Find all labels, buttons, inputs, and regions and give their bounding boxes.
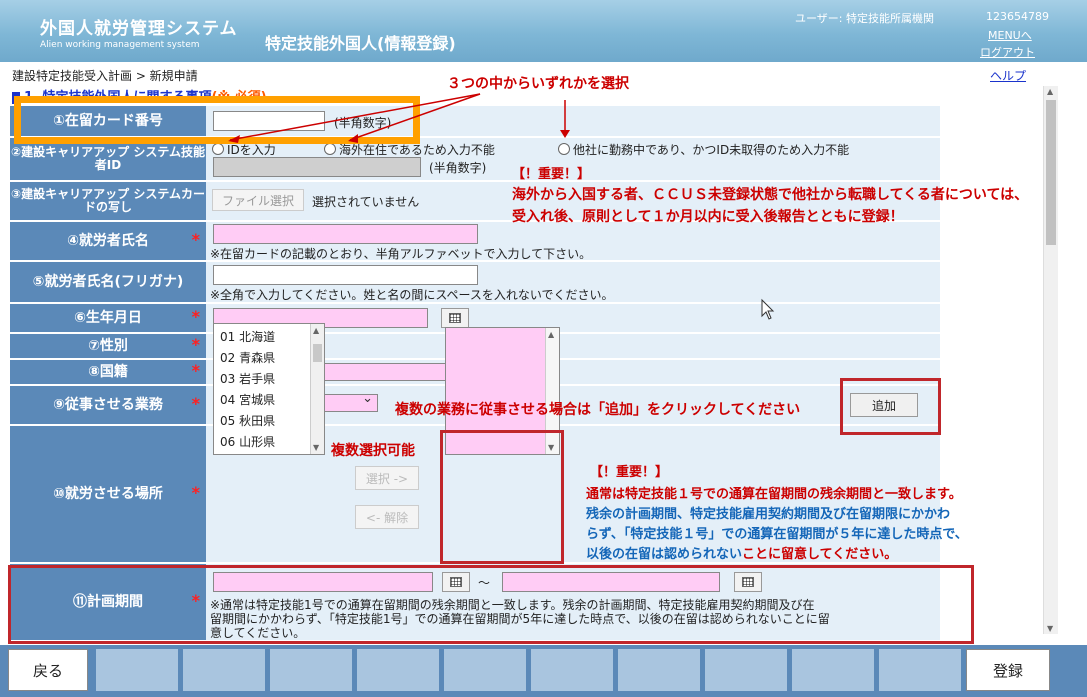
list-item[interactable]: 02 青森県 [220,349,275,366]
menu-link[interactable]: MENUへ [988,27,1032,43]
scroll-up-icon[interactable]: ▲ [548,330,554,339]
annotation-multi-work: 複数の業務に従事させる場合は「追加」をクリックしてください [395,402,801,418]
calendar-icon[interactable] [441,308,469,328]
required-mark: * [191,230,200,249]
worker-kana-input[interactable] [213,265,478,285]
ccus-id-input[interactable] [213,157,421,177]
footer-cell [183,649,265,691]
required-mark: * [191,483,200,502]
row-ccus-id: ②建設キャリアアップ システム技能者ID IDを入力 海外在住であるため入力不能… [10,138,940,182]
annotation-important1-title: 【！重要！】 [512,167,591,182]
footer-cell [792,649,874,691]
annotation-important2-line3: らず、「特定技能１号」での通算在留期間が５年に達した時点で、 [586,527,968,542]
logout-link[interactable]: ログアウト [980,44,1035,60]
label-nationality: ⑧国籍 * [10,360,206,384]
radio-icon[interactable] [324,143,336,155]
required-mark: * [191,394,200,413]
value-worker-kana: ※全角で入力してください。姓と名の間にスペースを入れないでください。 [206,262,940,302]
logo-subtitle: Alien working management system [40,40,200,50]
scroll-down-icon[interactable]: ▼ [1047,624,1053,633]
highlight-box-orange [14,96,420,144]
footer-bar: 戻る 登録 [0,645,1087,697]
required-mark: * [191,307,200,326]
required-mark: * [191,335,200,354]
label-worker-name: ④就労者氏名 * [10,222,206,260]
radio-icon[interactable] [558,143,570,155]
ccus-id-note: (半角数字) [429,161,487,175]
row-worker-name: ④就労者氏名 * ※在留カードの記載のとおり、半角アルファベットで入力して下さい。 [10,222,940,262]
footer-cell [618,649,700,691]
scroll-down-icon[interactable]: ▼ [313,443,319,452]
worker-name-note: ※在留カードの記載のとおり、半角アルファベットで入力して下さい。 [210,247,592,261]
label-work-place: ⑩就労させる場所 * [10,426,206,562]
label-ccus-id: ②建設キャリアアップ システム技能者ID [10,138,206,180]
annotation-important2-title: 【！重要！】 [590,465,669,480]
required-mark: * [191,361,200,380]
prefecture-listbox[interactable]: 01 北海道 02 青森県 03 岩手県 04 宮城県 05 秋田県 06 山形… [213,323,325,455]
user-label: ユーザー: 特定技能所属機関 [795,12,934,25]
annotation-important2-line4: 以後の在留は認められないことに留意してください。 [586,543,897,562]
scroll-up-icon[interactable]: ▲ [1047,87,1053,96]
label-ccus-card: ③建設キャリアアップ システムカードの写し [10,182,206,220]
page-scrollbar[interactable]: ▲ ▼ [1043,86,1058,634]
label-worker-kana: ⑤就労者氏名(フリガナ) [10,262,206,302]
annotation-choose-one: ３つの中からいずれかを選択 [447,76,629,92]
back-button[interactable]: 戻る [8,649,88,691]
highlight-box-add [840,378,941,435]
screen-title: 特定技能外国人(情報登録) [265,34,456,53]
footer-cell [96,649,178,691]
logo-title: 外国人就労管理システム [40,19,238,39]
value-worker-name: ※在留カードの記載のとおり、半角アルファベットで入力して下さい。 [206,222,940,261]
row-worker-kana: ⑤就労者氏名(フリガナ) ※全角で入力してください。姓と名の間にスペースを入れな… [10,262,940,304]
scroll-up-icon[interactable]: ▲ [313,326,319,335]
footer-cell [879,649,961,691]
listbox-scrollbar[interactable]: ▲ ▼ [310,324,324,454]
file-select-button[interactable]: ファイル選択 [212,189,304,211]
scroll-thumb[interactable] [313,344,322,362]
footer-cell [531,649,613,691]
worker-kana-note: ※全角で入力してください。姓と名の間にスペースを入れないでください。 [210,288,614,302]
file-status: 選択されていません [312,195,420,209]
annotation-important2-line1: 通常は特定技能１号での通算在留期間の残余期間と一致します。 [586,487,962,502]
list-item[interactable]: 04 宮城県 [220,391,275,408]
ccus-option-3[interactable]: 他社に勤務中であり、かつID未取得のため入力不能 [558,141,849,158]
list-item[interactable]: 01 北海道 [220,328,275,345]
label-gender: ⑦性別 * [10,334,206,358]
annotation-important1-line2: 受入れ後、原則として１か月以内に受入後報告とともに登録！ [512,209,904,225]
radio-icon[interactable] [212,143,224,155]
app-header: 外国人就労管理システム Alien working management sys… [0,0,1087,62]
list-item[interactable]: 06 山形県 [220,433,275,450]
annotation-important2-line4b: ことに留意してください。 [742,547,898,562]
select-button[interactable]: 選択 -> [355,466,419,490]
annotation-multi-select: 複数選択可能 [331,443,415,459]
label-birth-date: ⑥生年月日 * [10,304,206,332]
footer-cell [444,649,526,691]
register-button[interactable]: 登録 [966,649,1050,691]
help-link[interactable]: ヘルプ [990,67,1026,84]
footer-cell [270,649,352,691]
scroll-thumb[interactable] [1046,100,1056,245]
highlight-box-plan [8,565,974,644]
annotation-important1-line1: 海外から入国する者、ＣＣＵＳ未登録状態で他社から転職してくる者については、 [512,187,1029,203]
label-work-type: ⑨従事させる業務 * [10,386,206,424]
footer-cell [705,649,787,691]
user-id: 123654789 [986,10,1049,23]
highlight-box-selected [440,430,564,564]
annotation-important2-line2: 残余の計画期間、特定技能雇用契約期間及び在留期限にかかわ [586,507,951,522]
footer-cell [357,649,439,691]
annotation-important2-line4a: 以後の在留は認められない [586,547,743,562]
list-item[interactable]: 03 岩手県 [220,370,275,387]
remove-button[interactable]: <- 解除 [355,505,419,529]
list-item[interactable]: 05 秋田県 [220,412,275,429]
breadcrumb: 建設特定技能受入計画 > 新規申請 [12,69,198,83]
worker-name-input[interactable] [213,224,478,244]
